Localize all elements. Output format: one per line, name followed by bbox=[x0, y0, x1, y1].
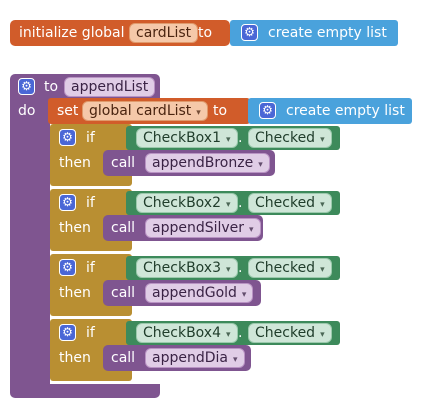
procedure-call-name: appendBronze bbox=[152, 155, 254, 171]
component-name: CheckBox4 bbox=[143, 325, 221, 341]
call-procedure-block[interactable]: call appendSilver ▾ bbox=[103, 215, 263, 241]
component-dropdown[interactable]: CheckBox3 ▾ bbox=[136, 258, 238, 278]
gear-icon[interactable]: ⚙ bbox=[59, 194, 76, 211]
chevron-down-icon: ▾ bbox=[249, 225, 254, 235]
initialize-global-keyword: initialize global bbox=[19, 25, 125, 41]
component-name: CheckBox1 bbox=[143, 130, 221, 146]
then-label: then bbox=[59, 350, 91, 366]
call-procedure-block[interactable]: call appendDia ▾ bbox=[103, 345, 251, 371]
property-name: Checked bbox=[255, 325, 316, 341]
property-dot: . bbox=[238, 325, 243, 341]
if-label: if bbox=[86, 195, 95, 211]
call-label: call bbox=[111, 155, 136, 171]
procedure-call-name: appendDia bbox=[152, 350, 228, 366]
component-name: CheckBox3 bbox=[143, 260, 221, 276]
chevron-down-icon: ▾ bbox=[226, 135, 231, 145]
property-dot: . bbox=[238, 130, 243, 146]
call-label: call bbox=[111, 220, 136, 236]
call-procedure-block[interactable]: call appendGold ▾ bbox=[103, 280, 261, 306]
procedure-name[interactable]: appendList bbox=[64, 77, 156, 97]
chevron-down-icon: ▾ bbox=[196, 108, 201, 118]
create-empty-list-label: create empty list bbox=[286, 103, 405, 119]
gear-icon[interactable]: ⚙ bbox=[59, 259, 76, 276]
set-variable-dropdown[interactable]: global cardList ▾ bbox=[82, 101, 208, 121]
component-dropdown[interactable]: CheckBox2 ▾ bbox=[136, 193, 238, 213]
call-label: call bbox=[111, 350, 136, 366]
chevron-down-icon: ▾ bbox=[241, 290, 247, 300]
procedure-dropdown[interactable]: appendGold ▾ bbox=[145, 283, 254, 303]
procedure-do-label: do bbox=[18, 103, 36, 119]
gear-icon[interactable]: ⚙ bbox=[59, 129, 76, 146]
if-label: if bbox=[86, 130, 95, 146]
procedure-dropdown[interactable]: appendBronze ▾ bbox=[145, 153, 270, 173]
chevron-down-icon: ▾ bbox=[320, 265, 325, 275]
set-create-empty-list-block[interactable]: ⚙ create empty list bbox=[248, 98, 412, 124]
chevron-down-icon: ▾ bbox=[320, 135, 325, 145]
component-dropdown[interactable]: CheckBox1 ▾ bbox=[136, 128, 238, 148]
gear-icon[interactable]: ⚙ bbox=[59, 324, 76, 341]
property-dropdown[interactable]: Checked ▾ bbox=[248, 193, 332, 213]
then-label: then bbox=[59, 155, 91, 171]
gear-icon[interactable]: ⚙ bbox=[259, 102, 276, 119]
property-name: Checked bbox=[255, 195, 316, 211]
component-dropdown[interactable]: CheckBox4 ▾ bbox=[136, 323, 238, 343]
checkbox-checked-getter[interactable]: CheckBox1 ▾ . Checked ▾ bbox=[126, 126, 340, 150]
checkbox-checked-getter[interactable]: CheckBox2 ▾ . Checked ▾ bbox=[126, 191, 340, 215]
gear-icon[interactable]: ⚙ bbox=[241, 24, 258, 41]
procedure-call-name: appendGold bbox=[152, 285, 237, 301]
then-label: then bbox=[59, 285, 91, 301]
if-label: if bbox=[86, 260, 95, 276]
property-name: Checked bbox=[255, 260, 316, 276]
if-label: if bbox=[86, 325, 95, 341]
create-empty-list-block[interactable]: ⚙ create empty list bbox=[230, 20, 398, 46]
initialize-to-label: to bbox=[198, 25, 213, 41]
procedure-call-name: appendSilver bbox=[152, 220, 245, 236]
initialize-global-block[interactable]: initialize global cardList to bbox=[10, 20, 230, 46]
chevron-down-icon: ▾ bbox=[258, 160, 263, 170]
checkbox-checked-getter[interactable]: CheckBox3 ▾ . Checked ▾ bbox=[126, 256, 340, 280]
set-global-block[interactable]: set global cardList ▾ to bbox=[48, 98, 250, 124]
property-dropdown[interactable]: Checked ▾ bbox=[248, 258, 332, 278]
procedure-to-label: to bbox=[44, 79, 59, 95]
property-dropdown[interactable]: Checked ▾ bbox=[248, 128, 332, 148]
global-variable-name[interactable]: cardList bbox=[129, 23, 199, 43]
then-label: then bbox=[59, 220, 91, 236]
procedure-dropdown[interactable]: appendDia ▾ bbox=[145, 348, 245, 368]
gear-icon[interactable]: ⚙ bbox=[18, 78, 35, 95]
procedure-bottom-bar bbox=[10, 384, 160, 398]
chevron-down-icon: ▾ bbox=[232, 355, 238, 365]
create-empty-list-label: create empty list bbox=[268, 25, 387, 41]
procedure-dropdown[interactable]: appendSilver ▾ bbox=[145, 218, 261, 238]
chevron-down-icon: ▾ bbox=[226, 265, 231, 275]
set-keyword: set bbox=[57, 103, 79, 119]
chevron-down-icon: ▾ bbox=[320, 200, 325, 210]
property-name: Checked bbox=[255, 130, 316, 146]
chevron-down-icon: ▾ bbox=[226, 200, 231, 210]
property-dot: . bbox=[238, 260, 243, 276]
set-to-label: to bbox=[213, 103, 228, 119]
call-procedure-block[interactable]: call appendBronze ▾ bbox=[103, 150, 275, 176]
chevron-down-icon: ▾ bbox=[320, 330, 325, 340]
call-label: call bbox=[111, 285, 136, 301]
component-name: CheckBox2 bbox=[143, 195, 221, 211]
property-dot: . bbox=[238, 195, 243, 211]
procedure-body-frame bbox=[10, 98, 50, 386]
checkbox-checked-getter[interactable]: CheckBox4 ▾ . Checked ▾ bbox=[126, 321, 340, 345]
set-variable-name: global cardList bbox=[89, 103, 192, 119]
property-dropdown[interactable]: Checked ▾ bbox=[248, 323, 332, 343]
chevron-down-icon: ▾ bbox=[226, 330, 231, 340]
